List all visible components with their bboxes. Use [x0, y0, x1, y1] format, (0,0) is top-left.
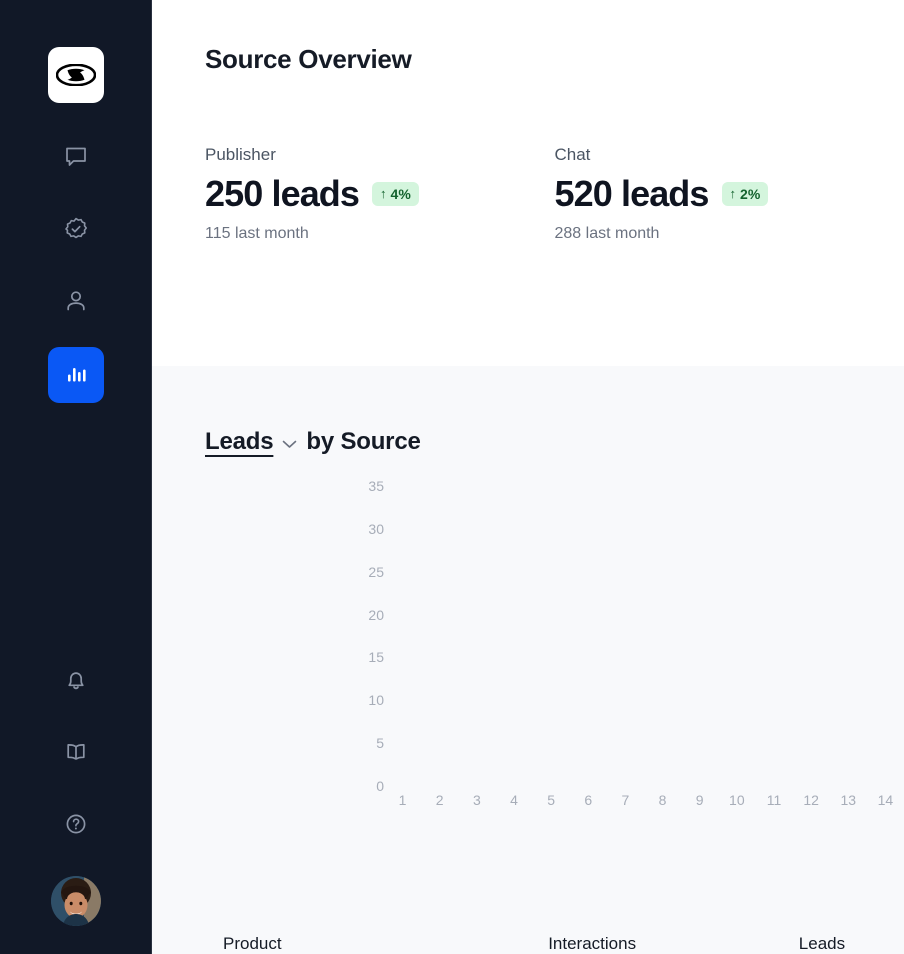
status-badge: ↑ 4% [372, 181, 419, 206]
arrow-up-icon: ↑ [729, 186, 737, 202]
x-axis-tick: 13 [840, 792, 857, 808]
bell-icon [63, 667, 89, 698]
status-badge: ↑ 2% [721, 181, 769, 206]
y-axis-tick: 25 [368, 563, 384, 580]
metric-dropdown-label: Leads [205, 428, 274, 455]
stat-subtext: 288 last month [554, 224, 660, 242]
x-axis-tick: 14 [877, 792, 894, 808]
column-header-interactions[interactable]: Interactions [548, 934, 799, 954]
x-axis-tick: 6 [584, 792, 593, 808]
sidebar-item-library[interactable] [48, 726, 104, 782]
chart-heading-suffix: by Source [306, 428, 421, 455]
bar-chart-icon [63, 360, 89, 391]
chart-section: Leads by Source 35 30 25 20 15 10 5 0 123456789… [152, 366, 904, 954]
x-axis-tick: 10 [729, 792, 745, 808]
y-axis-tick: 10 [368, 692, 384, 709]
stat-subtext: 115 last month [205, 224, 309, 242]
arrow-up-icon: ↑ [380, 186, 387, 202]
badge-text: 4% [390, 185, 411, 202]
x-axis-tick: 2 [435, 792, 444, 808]
stat-card-chat: Chat 520 leads ↑ 2% 288 last month [555, 145, 904, 243]
x-axis-tick: 12 [803, 792, 819, 808]
chart-y-axis: 35 30 25 20 15 10 5 0 [152, 478, 384, 794]
stat-label: Chat [554, 145, 591, 164]
stat-value: 520 leads [554, 173, 710, 214]
stats-row: Publisher 250 leads ↑ 4% 115 last month … [152, 145, 904, 243]
page-title: Source Overview [205, 44, 412, 74]
help-circle-icon [63, 811, 89, 842]
x-axis-tick: 1 [398, 792, 407, 808]
x-axis-tick: 9 [695, 792, 704, 808]
chart-plot-area[interactable] [384, 486, 904, 786]
badge-text: 2% [740, 185, 761, 202]
y-axis-tick: 35 [368, 478, 384, 494]
chart-plot-wrap: 35 30 25 20 15 10 5 0 1 2 3 4 5 6 7 8 9 10 11 12 13 14 [152, 478, 904, 818]
y-axis-tick: 5 [376, 735, 384, 752]
x-axis-tick: 5 [547, 792, 556, 808]
sidebar-item-chat[interactable] [48, 131, 104, 187]
y-axis-tick: 20 [368, 606, 384, 623]
sidebar-item-analytics[interactable] [47, 347, 104, 403]
chat-icon [63, 144, 89, 175]
stat-value: 250 leads [205, 173, 360, 214]
user-avatar[interactable] [51, 876, 101, 926]
sidebar-item-notifications[interactable] [48, 654, 104, 710]
stat-card-publisher: Publisher 250 leads ↑ 4% 115 last month [205, 145, 555, 243]
y-axis-tick: 30 [368, 520, 384, 537]
sidebar-item-contacts[interactable] [48, 275, 104, 331]
book-icon [63, 739, 89, 770]
sidebar [0, 0, 152, 954]
y-axis-tick: 15 [368, 649, 384, 666]
stat-label: Publisher [205, 145, 276, 164]
sidebar-item-verified[interactable] [48, 203, 104, 259]
person-icon [63, 288, 89, 319]
verified-badge-icon [63, 216, 89, 247]
table-header-row: Product Interactions Leads [152, 914, 904, 954]
app-root: Source Overview Publisher 250 leads ↑ 4%… [0, 0, 904, 954]
x-axis-tick: 3 [472, 792, 481, 808]
overview-header: Source Overview Publisher 250 leads ↑ 4%… [152, 0, 904, 366]
x-axis-tick: 4 [510, 792, 518, 808]
x-axis-tick: 7 [621, 792, 630, 808]
x-axis-tick: 11 [766, 792, 782, 808]
sidebar-item-help[interactable] [48, 798, 104, 854]
chart-heading: Leads by Source [205, 428, 904, 456]
hyundai-logo[interactable] [47, 47, 104, 103]
sidebar-nav-top [47, 131, 104, 419]
y-axis-tick: 0 [376, 778, 384, 794]
chart-x-axis: 1 2 3 4 5 6 7 8 9 10 11 12 13 14 [384, 792, 904, 818]
metric-dropdown[interactable]: Leads [205, 428, 297, 456]
column-header-leads[interactable]: Leads [799, 934, 904, 954]
column-header-product[interactable]: Product [223, 934, 548, 954]
x-axis-tick: 8 [658, 792, 667, 808]
sidebar-nav-bottom [0, 654, 152, 954]
chevron-down-icon [282, 428, 297, 456]
main-content: Source Overview Publisher 250 leads ↑ 4%… [152, 0, 904, 954]
